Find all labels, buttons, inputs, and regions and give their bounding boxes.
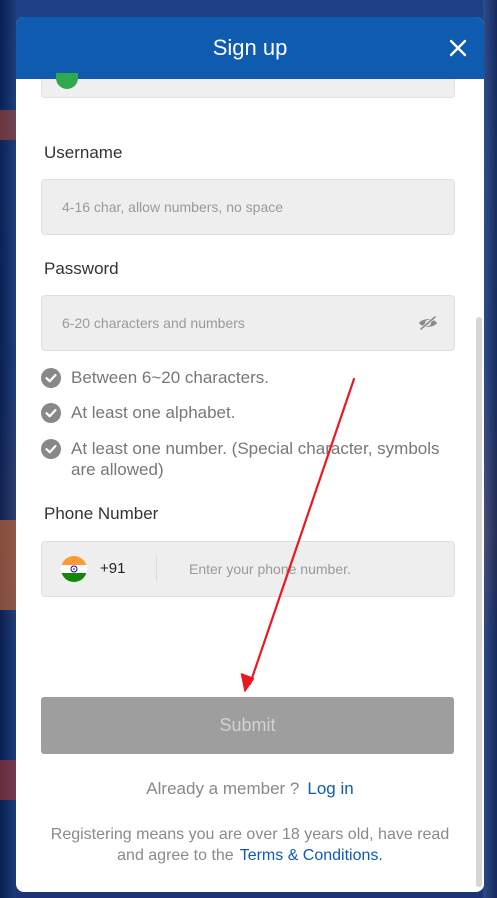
background-streak <box>0 760 16 800</box>
login-link[interactable]: Log in <box>307 779 353 798</box>
terms-link[interactable]: Terms & Conditions. <box>240 847 383 864</box>
phone-label: Phone Number <box>44 504 159 523</box>
username-input[interactable] <box>62 180 402 234</box>
signup-modal: Sign up Username Password <box>16 17 484 892</box>
password-label: Password <box>44 259 119 278</box>
partial-field-above[interactable] <box>41 73 455 98</box>
password-input[interactable] <box>62 296 402 350</box>
phone-field[interactable]: +91 <box>41 541 455 597</box>
check-circle-icon <box>41 439 61 459</box>
username-label: Username <box>44 143 123 162</box>
status-indicator <box>56 73 78 89</box>
password-rule-text: At least one alphabet. <box>71 403 236 422</box>
country-code-selector[interactable]: +91 <box>100 560 125 577</box>
username-field[interactable] <box>41 179 455 235</box>
password-rule-text: Between 6~20 characters. <box>71 368 269 387</box>
scrollbar-thumb[interactable] <box>476 317 482 887</box>
terms-notice: Registering means you are over 18 years … <box>46 824 454 866</box>
background-streak <box>0 520 16 610</box>
background-streak <box>0 110 16 140</box>
check-circle-icon <box>41 368 61 388</box>
password-rule-text: At least one number. (Special character,… <box>71 439 440 479</box>
submit-button[interactable]: Submit <box>41 697 454 754</box>
divider <box>156 556 157 582</box>
modal-header: Sign up <box>16 17 484 79</box>
login-prompt: Already a member ? <box>146 779 300 798</box>
check-circle-icon <box>41 403 61 423</box>
scrollbar[interactable] <box>476 317 482 887</box>
close-icon[interactable] <box>446 36 470 60</box>
india-flag-icon[interactable] <box>61 556 87 582</box>
eye-slash-icon[interactable] <box>418 315 438 331</box>
login-row: Already a member ? Log in <box>16 779 484 799</box>
phone-input[interactable] <box>189 542 439 596</box>
modal-title: Sign up <box>212 35 288 60</box>
password-field[interactable] <box>41 295 455 351</box>
